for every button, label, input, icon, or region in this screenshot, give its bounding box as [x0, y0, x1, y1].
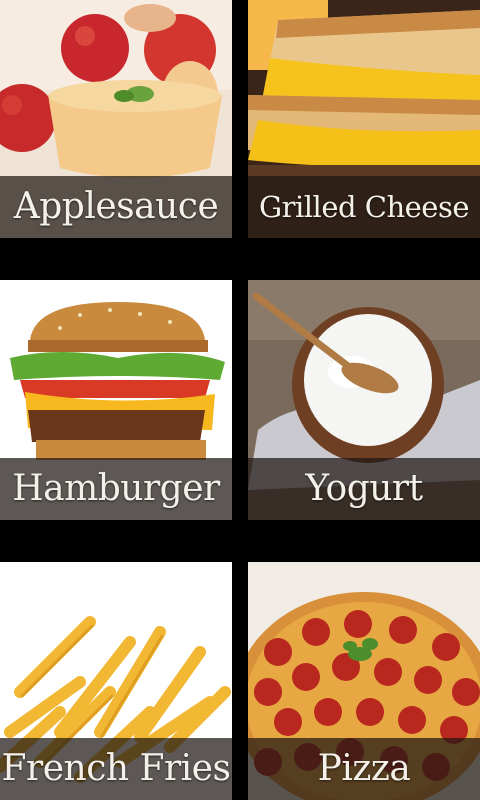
food-tile-hamburger[interactable]: Hamburger: [0, 280, 232, 520]
food-label: Hamburger: [12, 468, 220, 509]
food-label: Yogurt: [305, 468, 423, 509]
food-label: Pizza: [317, 748, 411, 789]
food-label: French Fries: [1, 748, 231, 789]
food-tile-french-fries[interactable]: French Fries: [0, 562, 232, 800]
food-tile-pizza[interactable]: Pizza: [248, 562, 480, 800]
food-caption: Grilled Cheese: [248, 176, 480, 238]
food-caption: Hamburger: [0, 458, 232, 520]
food-tile-yogurt[interactable]: Yogurt: [248, 280, 480, 520]
food-label: Grilled Cheese: [258, 189, 470, 224]
food-caption: Yogurt: [248, 458, 480, 520]
food-label: Applesauce: [13, 186, 219, 227]
food-caption: Pizza: [248, 738, 480, 800]
food-caption: Applesauce: [0, 176, 232, 238]
food-tile-grilled-cheese[interactable]: Grilled Cheese: [248, 0, 480, 238]
food-tile-applesauce[interactable]: Applesauce: [0, 0, 232, 238]
food-caption: French Fries: [0, 738, 232, 800]
